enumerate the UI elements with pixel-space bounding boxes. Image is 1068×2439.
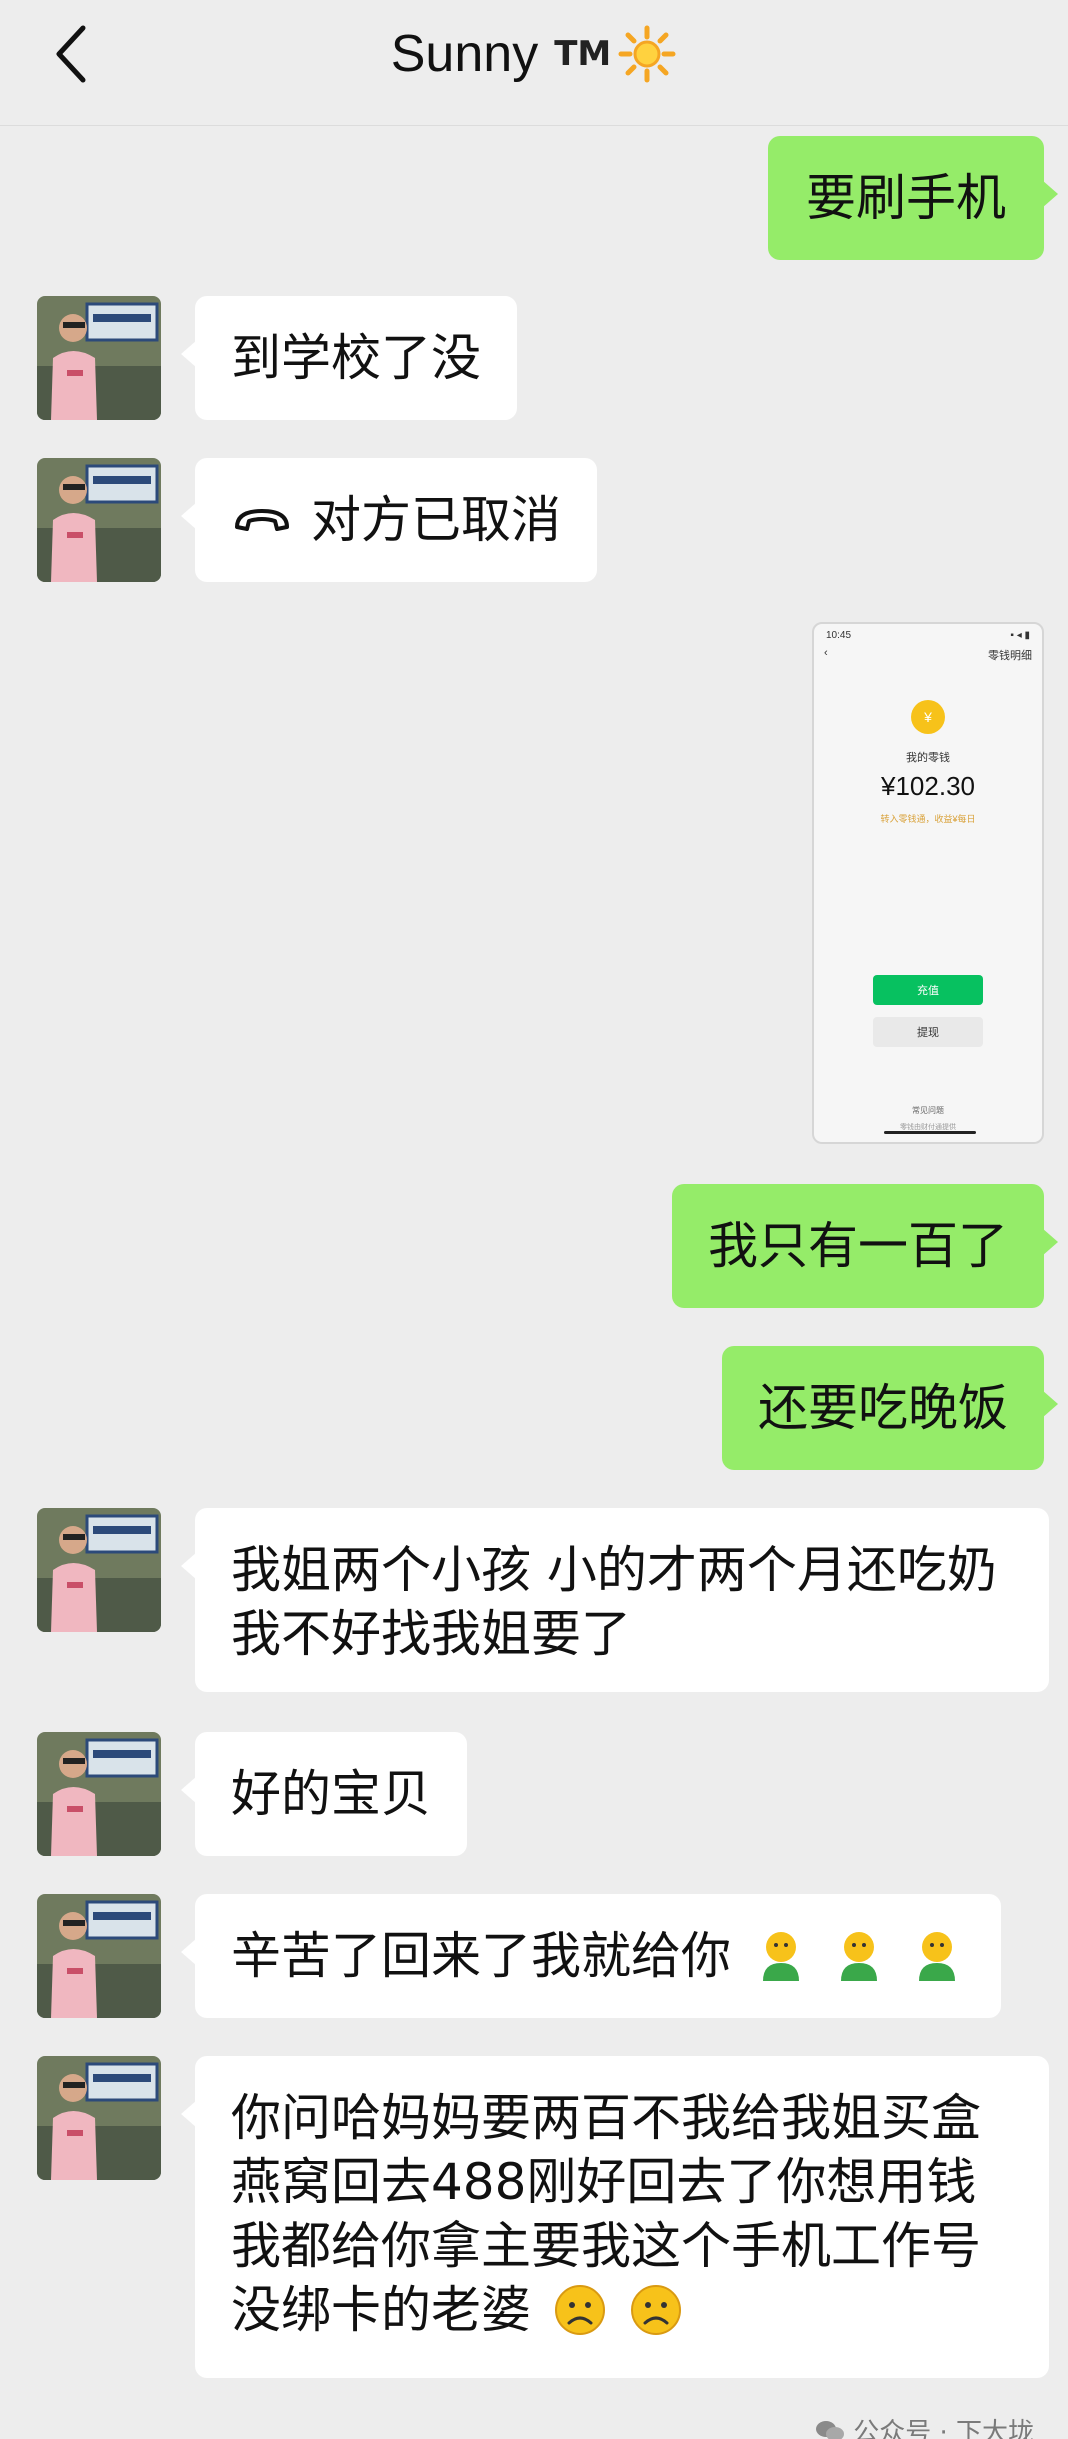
avatar-image: [37, 2056, 161, 2180]
avatar-image: [37, 1732, 161, 1856]
message-text: 好的宝贝: [231, 1765, 431, 1823]
message-text: 到学校了没: [231, 329, 481, 387]
chat-header: Sunny TM: [0, 0, 1068, 126]
frowning-face-emoji-icon: [554, 2285, 605, 2335]
message-bubble-outgoing[interactable]: 还要吃晚饭: [722, 1346, 1058, 1470]
avatar[interactable]: [37, 1894, 161, 2018]
message-text: 要刷手机: [806, 169, 1006, 227]
sun-icon: [618, 25, 676, 83]
message-text: 辛苦了回来了我就给你: [231, 1927, 731, 1985]
avatar-image: [37, 296, 161, 420]
message-text: 我姐两个小孩 小的才两个月还吃奶我不好找我姐要了: [231, 1541, 997, 1663]
back-arrow-icon: ‹: [824, 647, 828, 659]
call-status-text: 对方已取消: [311, 491, 561, 549]
wallet-amount: ¥102.30: [881, 771, 975, 801]
wallet-footer-faq: 常见问题: [912, 1106, 944, 1115]
status-time: 10:45: [826, 630, 852, 641]
phone-hangup-icon: [235, 509, 289, 531]
avatar[interactable]: [37, 296, 161, 420]
message-bubble-incoming[interactable]: 我姐两个小孩 小的才两个月还吃奶我不好找我姐要了: [181, 1508, 1049, 1692]
message-bubble-incoming[interactable]: 辛苦了回来了我就给你: [181, 1894, 1001, 2018]
message-bubble-outgoing[interactable]: 要刷手机: [768, 136, 1058, 260]
green-figure-emoji-icon: [840, 1932, 877, 1981]
wallet-screenshot-image[interactable]: 10:45 ▪ ◂ ▮ ‹ 零钱明细 ¥ 我的零钱 ¥102.30 转入零钱通，…: [812, 622, 1044, 1144]
status-icons: ▪ ◂ ▮: [1010, 630, 1030, 641]
message-bubble-incoming[interactable]: 到学校了没: [181, 296, 517, 420]
avatar-image: [37, 458, 161, 582]
wechat-logo-icon: [816, 2420, 845, 2439]
wallet-label: 我的零钱: [906, 752, 950, 764]
home-indicator: [884, 1131, 976, 1134]
message-text: 我只有一百了: [708, 1217, 1008, 1275]
message-bubble-incoming[interactable]: 好的宝贝: [181, 1732, 467, 1856]
avatar[interactable]: [37, 1508, 161, 1632]
wallet-note: 转入零钱通，收益¥每日: [880, 814, 976, 824]
svg-text:¥: ¥: [923, 709, 932, 725]
watermark-text: 公众号 · 下大垅: [853, 2418, 1034, 2439]
trademark-label: TM: [554, 34, 612, 74]
avatar[interactable]: [37, 1732, 161, 1856]
recharge-button: 充值: [873, 975, 983, 1005]
coin-icon: ¥: [911, 700, 945, 734]
chat-title: Sunny TM: [0, 18, 1068, 90]
message-bubble-incoming[interactable]: 你问哈妈妈要两百不我给我姐买盒燕窝回去488刚好回去了你想用钱我都给你拿主要我这…: [181, 2056, 1049, 2378]
message-bubble-outgoing[interactable]: 我只有一百了: [672, 1184, 1058, 1308]
avatar-image: [37, 1508, 161, 1632]
contact-name: Sunny: [390, 25, 539, 83]
green-figure-emoji-icon: [918, 1932, 955, 1981]
wallet-detail-link: 零钱明细: [988, 650, 1032, 662]
green-figure-emoji-icon: [762, 1932, 799, 1981]
frowning-face-emoji-icon: [630, 2285, 681, 2335]
avatar-image: [37, 1894, 161, 2018]
withdraw-button: 提现: [873, 1017, 983, 1047]
avatar[interactable]: [37, 458, 161, 582]
message-text: 还要吃晚饭: [758, 1379, 1008, 1437]
watermark: 公众号 · 下大垅: [815, 2412, 1034, 2439]
avatar[interactable]: [37, 2056, 161, 2180]
call-bubble[interactable]: 对方已取消: [181, 458, 597, 582]
